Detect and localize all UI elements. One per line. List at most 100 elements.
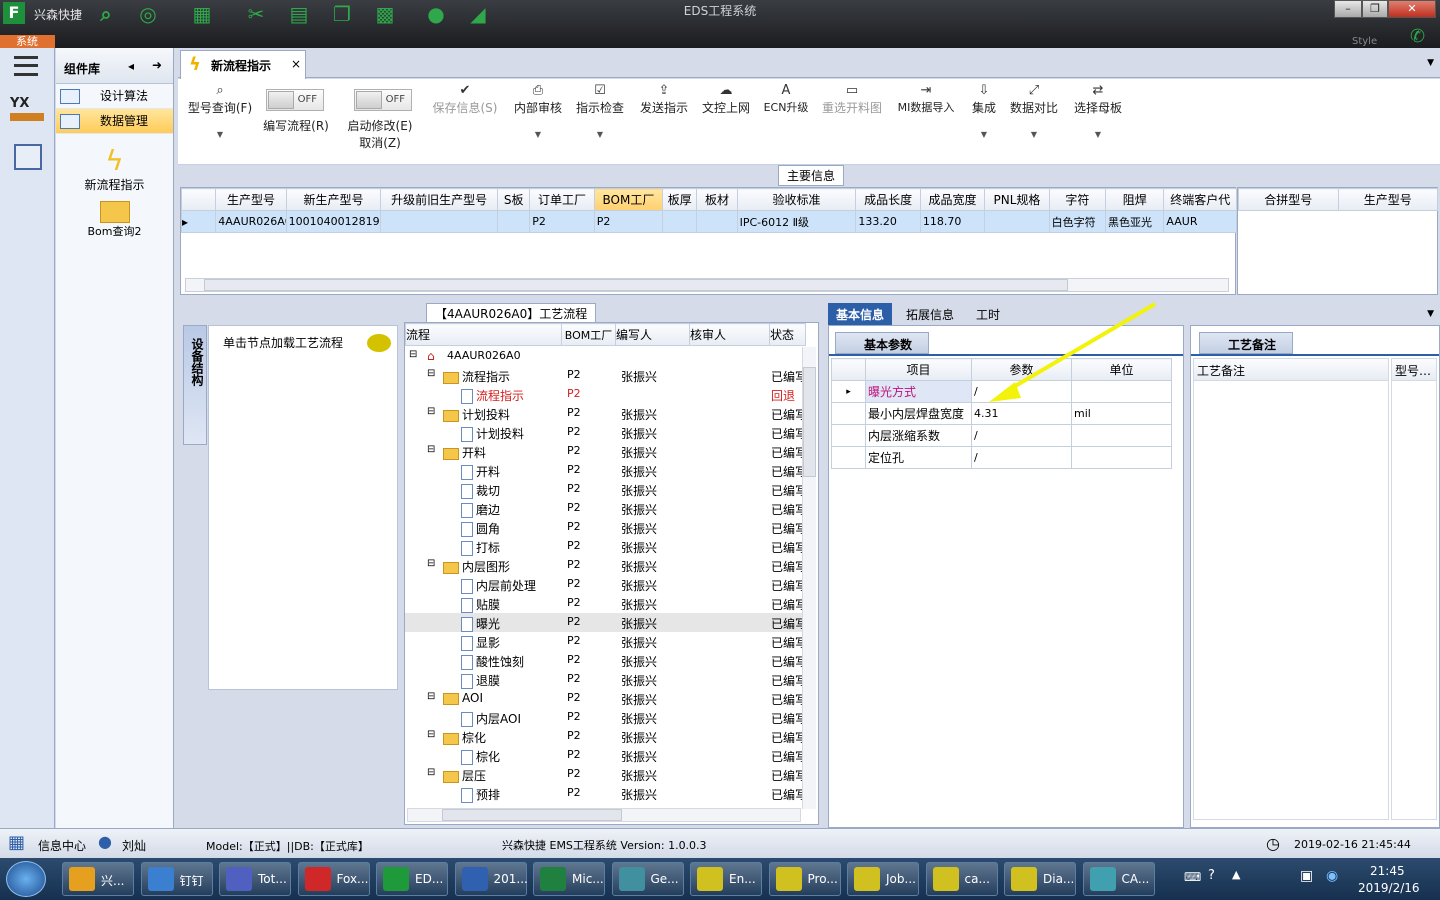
check-instruction-button[interactable]: ☑ 指示检查 ▼ [574, 83, 626, 139]
tab-close-icon[interactable]: × [291, 57, 301, 71]
col-main-12[interactable]: 字符 [1048, 188, 1107, 211]
cell-main-4[interactable]: P2 [529, 210, 595, 233]
yx-tool-icon[interactable]: YX [10, 96, 44, 126]
tree-collapse-icon[interactable]: ⊟ [427, 558, 435, 569]
cell-main-8[interactable]: IPC-6012 Ⅱ级 [736, 210, 857, 233]
write-flow-toggle[interactable]: OFF [266, 89, 324, 111]
system-button[interactable]: 系统 [0, 35, 55, 48]
col-main-7[interactable]: 板材 [696, 188, 738, 211]
tree-row[interactable]: 退膜 P2 张振兴 已编写 [405, 670, 805, 689]
cell-main-13[interactable]: 黑色亚光 [1105, 210, 1165, 233]
cell-main-2[interactable] [380, 210, 499, 233]
col-status[interactable]: 状态 [769, 323, 806, 346]
tree-row[interactable]: ⊟ 开料 P2 张振兴 已编写 [405, 442, 805, 461]
tree-row[interactable]: 计划投料 P2 张振兴 已编写 [405, 423, 805, 442]
taskbar-app[interactable]: Tot... [219, 862, 291, 896]
send-instruction-button[interactable]: ⇪ 发送指示 [638, 83, 690, 116]
maximize-button[interactable]: ❐ [1362, 0, 1388, 18]
ecn-upgrade-button[interactable]: A ECN升级 [762, 83, 810, 115]
param-row[interactable]: 定位孔 / [831, 446, 1172, 469]
minimize-button[interactable]: – [1334, 0, 1362, 18]
taskbar-app[interactable]: Job... [847, 862, 919, 896]
tabs-dropdown-icon[interactable]: ▼ [1427, 58, 1434, 68]
style-label[interactable]: Style [1352, 36, 1377, 47]
tree-row[interactable]: 磨边 P2 张振兴 已编写 [405, 499, 805, 518]
keyboard-icon[interactable]: ⌨ [1184, 870, 1201, 884]
phone-icon[interactable]: ✆ [1410, 26, 1425, 47]
cell-main-12[interactable]: 白色字符 [1048, 210, 1107, 233]
taskbar-app[interactable]: Mic... [533, 862, 605, 896]
taskbar-app[interactable]: Pro... [768, 862, 841, 896]
col-main-1[interactable]: 新生产型号 [285, 188, 382, 211]
col-model[interactable]: 型号… [1392, 359, 1436, 381]
tree-row[interactable]: 贴膜 P2 张振兴 已编写 [405, 594, 805, 613]
lib-item-data-management[interactable]: 数据管理 [56, 109, 173, 134]
col-main-4[interactable]: 订单工厂 [529, 188, 595, 211]
tree-row[interactable]: ⊟ AOI P2 张振兴 已编写 [405, 689, 805, 708]
cancel-label[interactable]: 取消(Z) [344, 134, 416, 151]
col-reviewer[interactable]: 核审人 [689, 323, 770, 346]
select-mother-board-button[interactable]: ⇄ 选择母板 ▼ [1072, 83, 1124, 139]
doc-online-button[interactable]: ☁ 文控上网 [700, 83, 752, 116]
col-main-2[interactable]: 升级前旧生产型号 [380, 188, 499, 211]
tree-row[interactable]: 曝光 P2 张振兴 已编写 [405, 613, 805, 632]
taskbar-app[interactable]: 兴... [62, 862, 134, 896]
param-value[interactable]: / [971, 446, 1072, 469]
col-bom-factory[interactable]: BOM工厂 [561, 323, 616, 346]
tree-row[interactable]: ⊟ 流程指示 P2 张振兴 已编写 [405, 366, 805, 385]
col-production-model[interactable]: 生产型号 [1337, 188, 1438, 211]
cell-main-10[interactable]: 118.70 [919, 210, 986, 233]
tree-row[interactable]: ⊟ 计划投料 P2 张振兴 已编写 [405, 404, 805, 423]
cell-main-1[interactable]: 10010400128193 [285, 210, 382, 233]
tree-row[interactable]: 预排 P2 张振兴 已编写 [405, 784, 805, 803]
tree-row[interactable]: ⊟ 层压 P2 张振兴 已编写 [405, 765, 805, 784]
col-main-11[interactable]: PNL规格 [984, 188, 1050, 211]
param-value[interactable]: / [971, 424, 1072, 447]
col-main-0[interactable]: 生产型号 [215, 188, 287, 211]
cell-main-6[interactable] [662, 210, 698, 233]
taskbar-app[interactable]: En... [690, 862, 762, 896]
tree-row[interactable]: ⊟ 棕化 P2 张振兴 已编写 [405, 727, 805, 746]
start-button[interactable] [6, 861, 46, 897]
model-query-button[interactable]: ⌕ 型号查询(F) ▼ [184, 83, 256, 139]
menu-icon[interactable] [14, 56, 38, 76]
horizontal-scrollbar[interactable] [185, 278, 1229, 292]
tab-extended-info[interactable]: 拓展信息 [898, 303, 962, 325]
tab-basic-info[interactable]: 基本信息 [828, 303, 893, 325]
col-main-6[interactable]: 板厚 [662, 188, 698, 211]
integrate-button[interactable]: ⇩ 集成 ▼ [968, 83, 1000, 139]
col-main-3[interactable]: S板 [497, 188, 531, 211]
tree-horizontal-scrollbar[interactable] [407, 808, 801, 822]
network-icon[interactable]: ▣ [1300, 868, 1313, 884]
save-info-button[interactable]: ✔ 保存信息(S) [430, 83, 500, 116]
tree-row[interactable]: 内层前处理 P2 张振兴 已编写 [405, 575, 805, 594]
taskbar-app[interactable]: 钉钉 [140, 862, 213, 896]
tree-root[interactable]: ⊟ ⌂ 4AAUR026A0 [405, 347, 805, 366]
collapse-left-icon[interactable]: ◂ [128, 59, 134, 73]
col-process[interactable]: 流程 [405, 323, 562, 346]
tree-row[interactable]: 内层AOI P2 张振兴 已编写 [405, 708, 805, 727]
cell-main-0[interactable]: 4AAUR026A0 [215, 210, 287, 233]
tab-new-flow[interactable]: ϟ 新流程指示 × [180, 50, 306, 79]
pin-icon[interactable]: ➜ [152, 58, 162, 72]
basic-params-tab[interactable]: 基本参数 [835, 332, 929, 354]
cell-main-3[interactable] [497, 210, 531, 233]
taskbar-app[interactable]: 201... [454, 862, 528, 896]
tree-collapse-icon[interactable]: ⊟ [427, 767, 435, 778]
shortcut-new-flow[interactable]: ϟ 新流程指示 [56, 146, 173, 193]
col-main-9[interactable]: 成品长度 [855, 188, 921, 211]
taskbar-app[interactable]: ED... [376, 862, 448, 896]
volume-icon[interactable]: ◉ [1326, 868, 1338, 884]
col-item[interactable]: 项目 [865, 358, 972, 381]
col-main-8[interactable]: 验收标准 [736, 188, 857, 211]
tree-collapse-icon[interactable]: ⊟ [427, 406, 435, 417]
cell-main-5[interactable]: P2 [593, 210, 664, 233]
param-row[interactable]: 内层涨缩系数 / [831, 424, 1172, 447]
lib-item-algorithm[interactable]: 设计算法 [56, 84, 173, 109]
col-remark[interactable]: 工艺备注 [1194, 359, 1388, 381]
device-structure-side-tab[interactable]: 设备结构 [183, 325, 207, 445]
windows-grid-icon[interactable]: ▦ [8, 832, 28, 853]
tree-row[interactable]: 打标 P2 张振兴 已编写 [405, 537, 805, 556]
col-main-10[interactable]: 成品宽度 [919, 188, 986, 211]
cell-main-9[interactable]: 133.20 [855, 210, 921, 233]
